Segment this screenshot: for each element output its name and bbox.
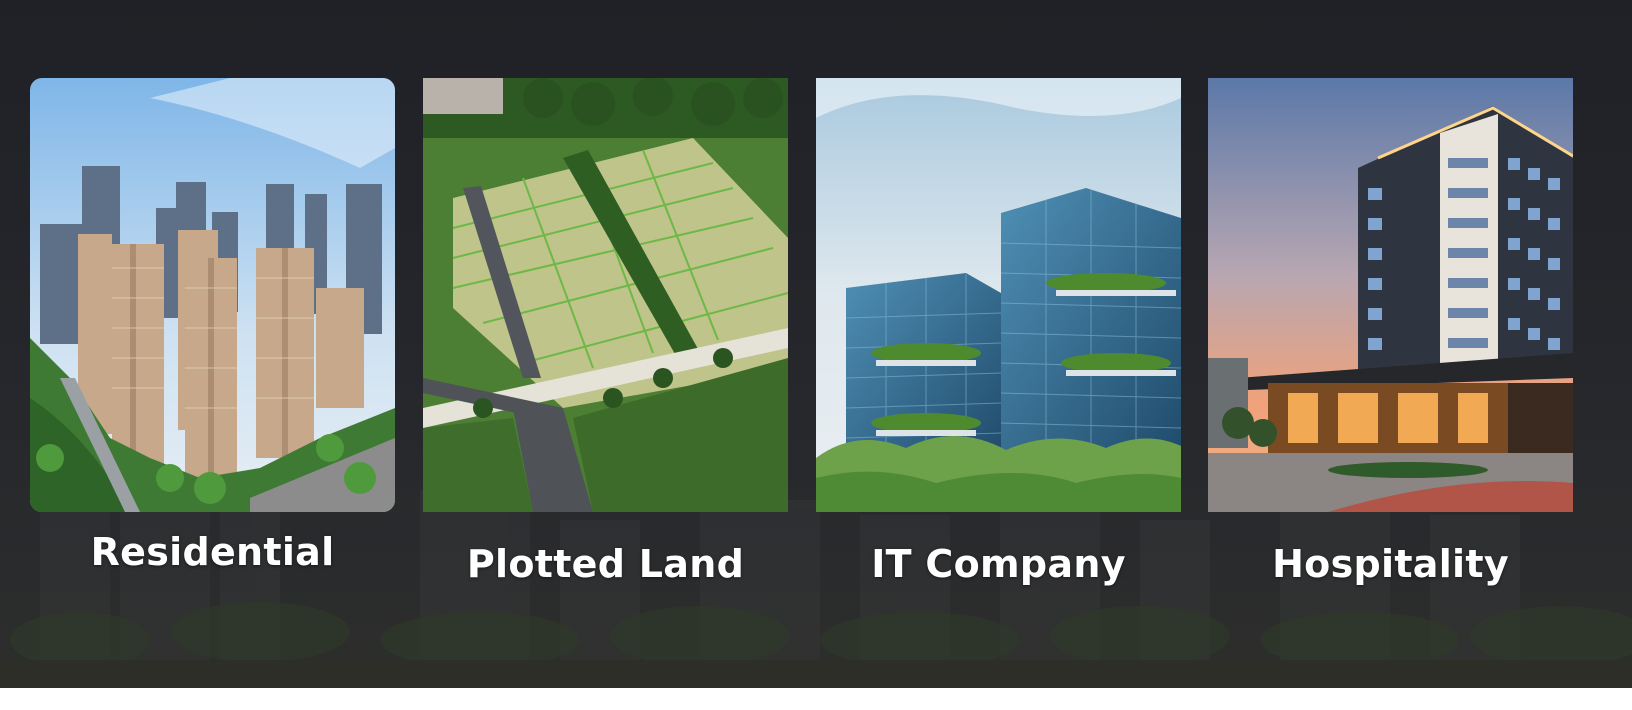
plotted-land-aerial-photo[interactable] [423, 78, 788, 512]
category-card-residential[interactable]: Residential [30, 78, 395, 598]
glass-office-building-photo[interactable] [816, 78, 1181, 512]
category-label: IT Company [871, 542, 1126, 586]
hotel-building-dusk-photo[interactable] [1208, 78, 1573, 512]
category-card-it-company[interactable]: IT Company [816, 78, 1181, 598]
category-card-plotted-land[interactable]: Plotted Land [423, 78, 788, 598]
category-card-hospitality[interactable]: Hospitality [1208, 78, 1573, 598]
residential-towers-photo[interactable] [30, 78, 395, 512]
page-bottom-edge [0, 688, 1632, 710]
category-section: Residential Plotted Land IT Company Hosp… [0, 0, 1632, 710]
category-label: Plotted Land [466, 542, 745, 586]
category-cards: Residential Plotted Land IT Company Hosp… [30, 78, 1575, 598]
category-label: Residential [90, 530, 335, 574]
category-label: Hospitality [1272, 542, 1509, 586]
